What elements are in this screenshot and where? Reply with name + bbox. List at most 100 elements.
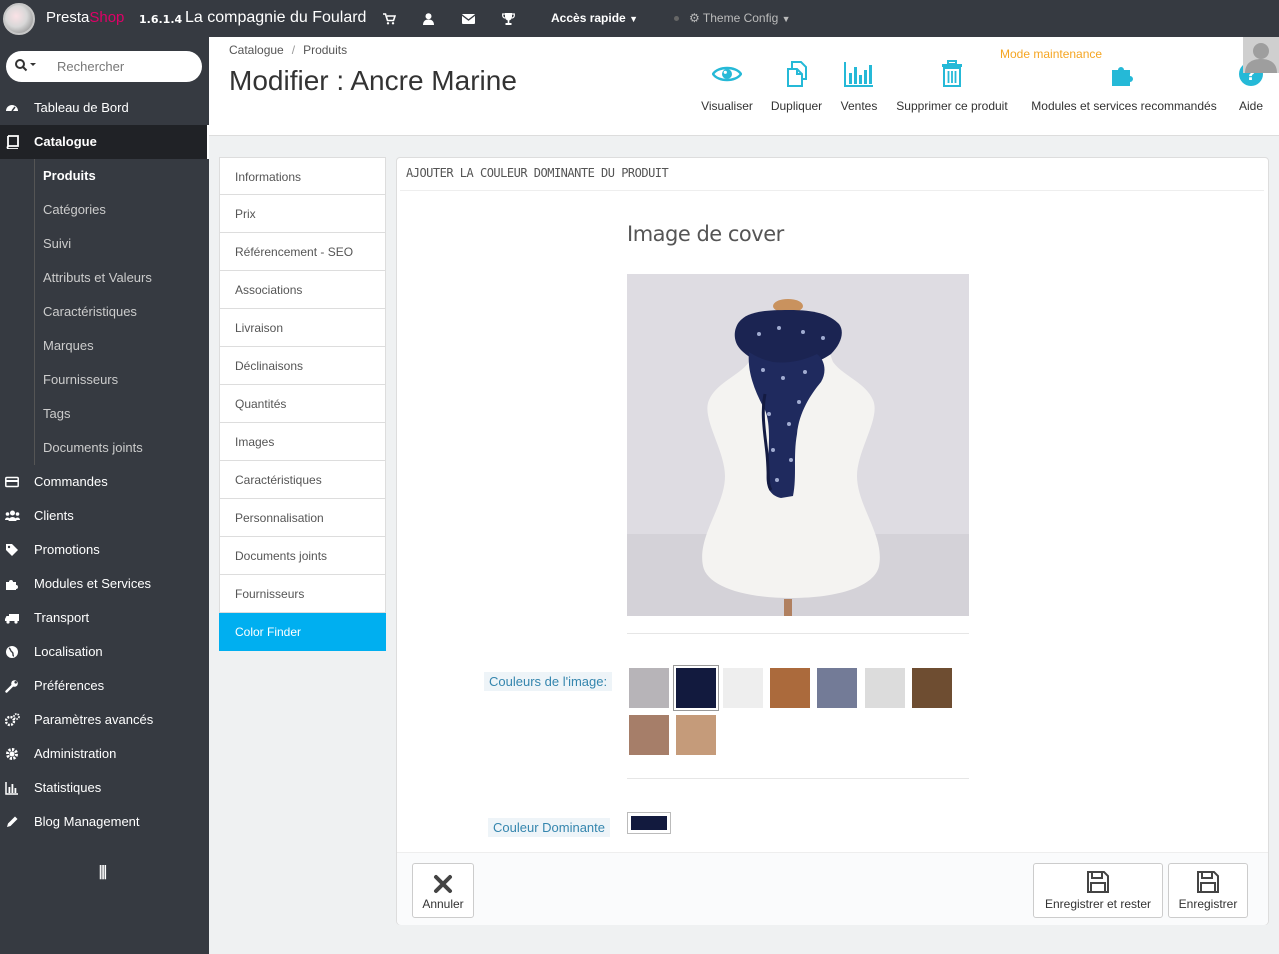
color-swatch-selected[interactable] [676,668,716,708]
color-swatch[interactable] [770,668,810,708]
sidebar-subitem-tags[interactable]: Tags [0,397,209,431]
sidebar-subitem-produits[interactable]: Produits [0,159,209,193]
sidebar-subitem-fournisseurs[interactable]: Fournisseurs [0,363,209,397]
save-and-stay-button[interactable]: Enregistrer et rester [1033,863,1163,918]
trash-icon [891,59,1013,89]
sidebar-subitem-label: Catégories [43,202,106,217]
sidebar-subitem-label: Suivi [43,236,72,251]
puzzle-icon [5,577,19,591]
sidebar-subitem-categories[interactable]: Catégories [0,193,209,227]
color-finder-panel: AJOUTER LA COULEUR DOMINANTE DU PRODUIT … [396,157,1269,925]
brand-shop: Shop [89,9,125,26]
tab-documents[interactable]: Documents joints [219,537,386,575]
sidebar-item-advanced-params[interactable]: Paramètres avancés [0,703,209,737]
breadcrumb-produits[interactable]: Produits [303,43,347,57]
cancel-button[interactable]: Annuler [412,863,474,918]
envelope-icon[interactable] [459,10,477,28]
tab-quantites[interactable]: Quantités [219,385,386,423]
tab-color-finder[interactable]: Color Finder [219,613,386,651]
tag-icon [5,543,19,557]
top-bar: PrestaShop 1.6.1.4 La compagnie du Foula… [0,0,1279,37]
sidebar-item-modules[interactable]: Modules et Services [0,567,209,601]
tab-prix[interactable]: Prix [219,195,386,233]
duplicate-button[interactable]: Dupliquer [768,59,825,119]
search-icon[interactable] [15,59,37,75]
tab-images[interactable]: Images [219,423,386,461]
brand-name[interactable]: PrestaShop [46,9,124,26]
shop-name-link[interactable]: La compagnie du Foulard [185,9,366,27]
sidebar-item-preferences[interactable]: Préférences [0,669,209,703]
view-button-label: Visualiser [701,99,753,113]
tab-caracteristiques[interactable]: Caractéristiques [219,461,386,499]
sidebar-subitem-suivi[interactable]: Suivi [0,227,209,261]
tab-fournisseurs[interactable]: Fournisseurs [219,575,386,613]
breadcrumb-separator: / [291,43,296,57]
color-swatch[interactable] [676,715,716,755]
globe-icon [5,645,19,659]
sidebar-item-catalogue[interactable]: Catalogue [0,125,209,159]
cart-icon[interactable] [380,10,398,28]
sidebar-subitem-documents[interactable]: Documents joints [0,431,209,465]
quick-access-dropdown[interactable]: Accès rapide ▼ [551,11,638,25]
color-swatch[interactable] [912,668,952,708]
sidebar-item-clients[interactable]: Clients [0,499,209,533]
theme-config-label: Theme Config [702,11,779,25]
pencil-icon [5,815,19,829]
color-swatch[interactable] [723,668,763,708]
sales-button[interactable]: Ventes [838,59,880,119]
theme-config-dropdown[interactable]: ⚙ Theme Config ▼ [689,11,791,25]
sidebar-subitem-marques[interactable]: Marques [0,329,209,363]
sidebar-item-localisation[interactable]: Localisation [0,635,209,669]
color-swatch[interactable] [817,668,857,708]
sidebar-item-administration[interactable]: Administration [0,737,209,771]
tab-declinaisons[interactable]: Déclinaisons [219,347,386,385]
breadcrumb-catalogue[interactable]: Catalogue [229,43,284,57]
dominant-color-preview [631,816,667,830]
dominant-color-label: Couleur Dominante [488,818,611,837]
sidebar-item-statistiques[interactable]: Statistiques [0,771,209,805]
cover-image-title: Image de cover [627,222,784,246]
search-input[interactable]: Rechercher [57,59,124,74]
credit-card-icon [5,475,19,489]
page-title: Modifier : Ancre Marine [229,65,517,96]
save-button[interactable]: Enregistrer [1168,863,1248,918]
sidebar-item-label: Administration [34,746,117,761]
tab-personnalisation[interactable]: Personnalisation [219,499,386,537]
color-swatch[interactable] [865,668,905,708]
sidebar-subitem-label: Fournisseurs [43,372,119,387]
sidebar-item-dashboard[interactable]: Tableau de Bord [0,91,209,125]
color-swatch[interactable] [629,668,669,708]
sales-button-label: Ventes [840,99,878,113]
book-icon [5,135,19,150]
color-swatch[interactable] [629,715,669,755]
tab-associations[interactable]: Associations [219,271,386,309]
tab-seo[interactable]: Référencement - SEO [219,233,386,271]
copy-icon [768,59,825,89]
sidebar-subitem-caracteristiques[interactable]: Caractéristiques [0,295,209,329]
dominant-color-input[interactable] [627,812,671,834]
modules-button-label: Modules et services recommandés [1031,99,1217,113]
sidebar-subitem-label: Marques [43,338,94,353]
user-icon[interactable] [419,10,437,28]
sidebar-subitem-attributs[interactable]: Attributs et Valeurs [0,261,209,295]
employee-avatar[interactable] [1243,37,1279,73]
sidebar-item-blog[interactable]: Blog Management [0,805,209,839]
sidebar-item-promotions[interactable]: Promotions [0,533,209,567]
sidebar-item-transport[interactable]: Transport [0,601,209,635]
caret-down-icon: ▼ [781,14,791,24]
view-button[interactable]: Visualiser [699,59,755,119]
recommended-modules-button[interactable]: Modules et services recommandés [1027,59,1221,119]
prestashop-logo-icon[interactable] [3,3,35,35]
search-box[interactable]: Rechercher [6,51,202,82]
delete-product-button[interactable]: Supprimer ce produit [891,59,1013,119]
sidebar-item-commandes[interactable]: Commandes [0,465,209,499]
sidebar-collapse-icon[interactable]: |||| [98,864,108,880]
sidebar-item-label: Clients [34,508,74,523]
sidebar-subitem-label: Attributs et Valeurs [43,270,152,285]
sidebar-item-label: Transport [34,610,90,625]
trophy-icon[interactable] [499,10,517,28]
tab-informations[interactable]: Informations [219,157,386,195]
tab-livraison[interactable]: Livraison [219,309,386,347]
sidebar-subitem-label: Tags [43,406,71,421]
save-button-label: Enregistrer [1178,897,1238,911]
